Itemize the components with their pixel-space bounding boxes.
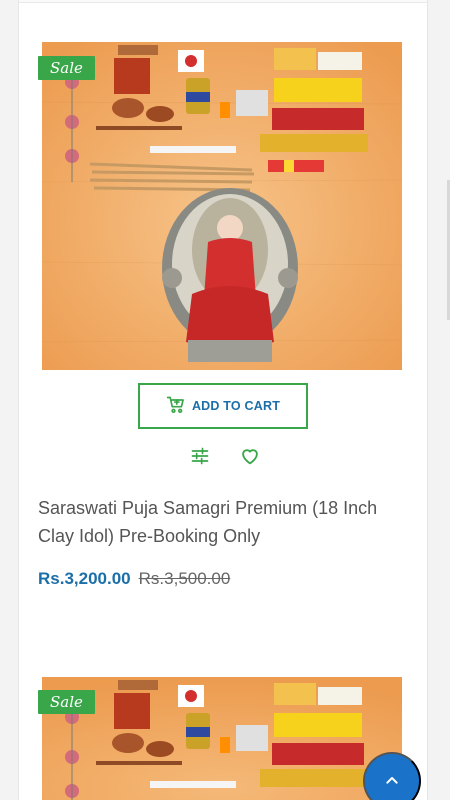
top-divider <box>19 0 427 3</box>
price-row: Rs.3,200.00 Rs.3,500.00 <box>38 569 230 589</box>
heart-icon[interactable] <box>238 444 262 468</box>
add-to-cart-button[interactable]: ADD TO CART <box>138 383 308 429</box>
compare-icon[interactable] <box>188 444 212 468</box>
sale-badge: Sale <box>38 56 95 80</box>
product-title[interactable]: Saraswati Puja Samagri Premium (18 Inch … <box>38 494 408 550</box>
add-to-cart-icon <box>166 395 186 418</box>
sale-price: Rs.3,200.00 <box>38 569 131 588</box>
sale-badge: Sale <box>38 690 95 714</box>
product-actions <box>0 444 450 468</box>
add-to-cart-label: ADD TO CART <box>191 399 281 413</box>
chevron-up-icon <box>384 772 400 791</box>
regular-price: Rs.3,500.00 <box>138 569 231 588</box>
product-image[interactable] <box>42 677 402 800</box>
product-image[interactable] <box>42 42 402 370</box>
